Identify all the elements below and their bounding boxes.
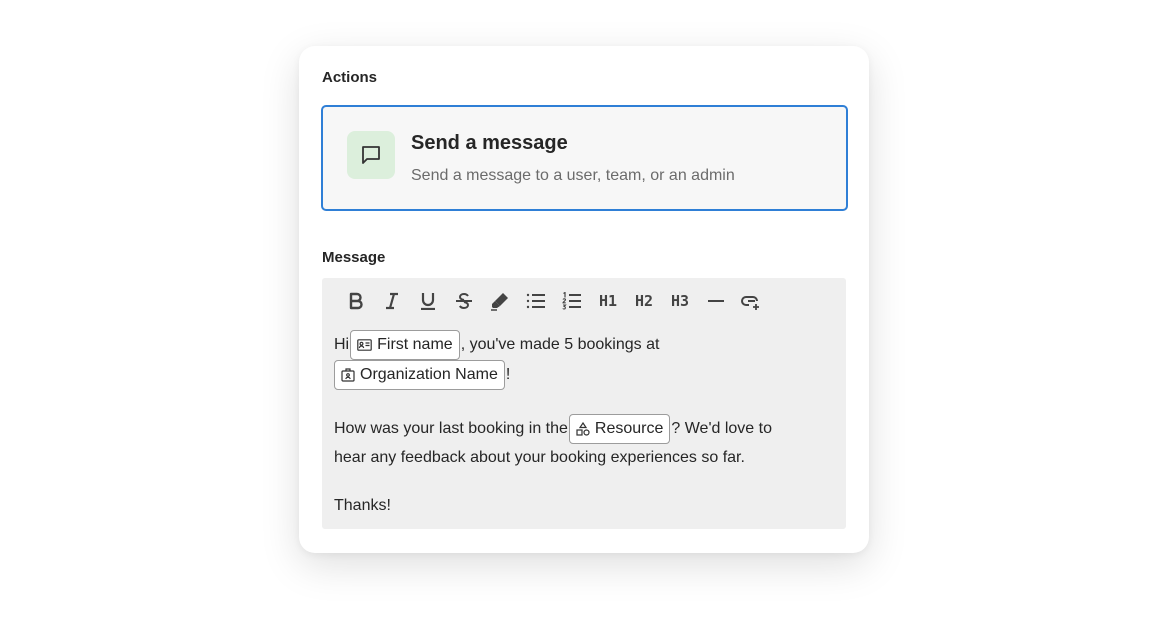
message-text: !: [505, 366, 511, 383]
message-editor[interactable]: H1 H2 H3 Hi First name , you've made 5 b…: [322, 278, 846, 529]
message-body[interactable]: Hi First name , you've made 5 bookings a…: [334, 330, 834, 519]
highlighter-icon: [491, 293, 508, 311]
resource-variable-chip[interactable]: Resource: [568, 414, 671, 444]
workflow-card: Actions Send a message Send a message to…: [299, 46, 869, 553]
chip-label: Organization Name: [360, 366, 498, 383]
bullet-list-icon: [526, 293, 545, 309]
shapes-icon: [576, 422, 590, 436]
message-text: Thanks!: [334, 496, 391, 514]
action-subtitle: Send a message to a user, team, or an ad…: [411, 167, 735, 184]
heading3-button[interactable]: H3: [662, 288, 698, 314]
underline-button[interactable]: [410, 288, 446, 314]
horizontal-rule-button[interactable]: [698, 288, 734, 314]
chip-label: First name: [377, 336, 453, 353]
message-text: ? We'd love to: [671, 420, 772, 437]
send-message-action-card[interactable]: Send a message Send a message to a user,…: [321, 105, 848, 211]
first-name-variable-chip[interactable]: First name: [350, 330, 460, 360]
bullet-list-button[interactable]: [518, 288, 554, 314]
message-text: How was your last booking in the: [334, 420, 568, 437]
badge-id-icon: [341, 368, 355, 382]
horizontal-rule-icon: [708, 300, 724, 302]
organization-name-variable-chip[interactable]: Organization Name: [334, 360, 505, 390]
message-line: Organization Name !: [334, 360, 834, 390]
underline-icon: [421, 293, 435, 310]
numbered-list-button[interactable]: [554, 288, 590, 314]
message-text: Hi: [334, 336, 350, 353]
message-line: How was your last booking in the Resourc…: [334, 414, 834, 444]
action-title: Send a message: [411, 132, 568, 154]
italic-button[interactable]: [374, 288, 410, 314]
message-line: Thanks!: [334, 492, 834, 519]
chip-label: Resource: [594, 420, 664, 437]
message-label: Message: [322, 249, 386, 266]
bold-button[interactable]: [338, 288, 374, 314]
strikethrough-icon: [456, 292, 472, 310]
insert-link-button[interactable]: [734, 288, 770, 314]
highlight-button[interactable]: [482, 288, 518, 314]
link-add-icon: [741, 296, 759, 310]
italic-icon: [386, 292, 398, 310]
strikethrough-button[interactable]: [446, 288, 482, 314]
message-text: , you've made 5 bookings at: [460, 336, 660, 353]
bold-icon: [349, 292, 363, 310]
message-text: hear any feedback about your booking exp…: [334, 448, 745, 466]
message-line: Hi First name , you've made 5 bookings a…: [334, 330, 834, 360]
editor-toolbar: H1 H2 H3: [338, 288, 770, 314]
message-square-icon: [347, 131, 395, 179]
contact-card-icon: [357, 339, 372, 351]
heading2-button[interactable]: H2: [626, 288, 662, 314]
heading1-button[interactable]: H1: [590, 288, 626, 314]
actions-label: Actions: [322, 69, 378, 86]
numbered-list-icon: [562, 292, 581, 310]
message-line: hear any feedback about your booking exp…: [334, 444, 834, 471]
